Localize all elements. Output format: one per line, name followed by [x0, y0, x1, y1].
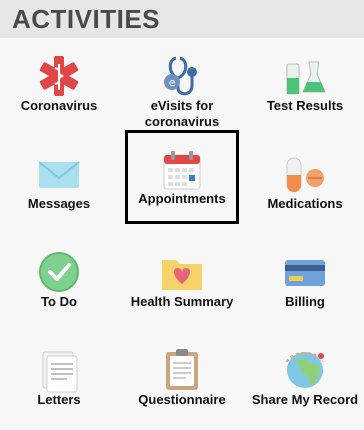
- pills-icon: [281, 150, 329, 198]
- calendar-icon: [158, 147, 206, 195]
- letters-icon: [35, 346, 83, 394]
- tile-questionnaire[interactable]: Questionnaire: [127, 332, 237, 430]
- stethoscope-icon: e: [158, 52, 206, 100]
- tile-label: Messages: [27, 196, 91, 211]
- tile-evisits[interactable]: e eVisits for coronavirus: [127, 38, 237, 136]
- tile-label: Letters: [37, 392, 81, 407]
- svg-text:e: e: [169, 76, 176, 89]
- tile-coronavirus[interactable]: Coronavirus: [4, 38, 114, 136]
- tile-label: Coronavirus: [20, 98, 98, 113]
- tile-label: Share My Record: [251, 392, 359, 407]
- clipboard-icon: [158, 346, 206, 394]
- tile-letters[interactable]: Letters: [4, 332, 114, 430]
- heart-folder-icon: [158, 248, 206, 296]
- tile-appointments[interactable]: Appointments: [125, 130, 239, 224]
- tile-label: Medications: [267, 196, 343, 211]
- lab-flasks-icon: [281, 52, 329, 100]
- tile-billing[interactable]: Billing: [250, 234, 360, 332]
- tile-medications[interactable]: Medications: [250, 136, 360, 234]
- header-bar: ACTIVITIES: [0, 0, 364, 38]
- tile-share-my-record[interactable]: Share My Record: [250, 332, 360, 430]
- tile-label: Questionnaire: [138, 392, 226, 407]
- envelope-icon: [35, 150, 83, 198]
- tile-label: Test Results: [266, 98, 344, 113]
- credit-card-icon: [281, 248, 329, 296]
- globe-share-icon: [281, 346, 329, 394]
- tile-label: Health Summary: [130, 294, 234, 309]
- tile-label: To Do: [41, 294, 77, 309]
- medical-star-icon: [35, 52, 83, 100]
- page-title: ACTIVITIES: [12, 4, 161, 34]
- tile-to-do[interactable]: To Do: [4, 234, 114, 332]
- checkmark-circle-icon: [35, 248, 83, 296]
- tile-test-results[interactable]: Test Results: [250, 38, 360, 136]
- tile-label: eVisits for coronavirus: [144, 98, 220, 129]
- tile-label: Billing: [285, 294, 325, 309]
- tile-health-summary[interactable]: Health Summary: [127, 234, 237, 332]
- tile-messages[interactable]: Messages: [4, 136, 114, 234]
- tile-label: Appointments: [138, 191, 226, 206]
